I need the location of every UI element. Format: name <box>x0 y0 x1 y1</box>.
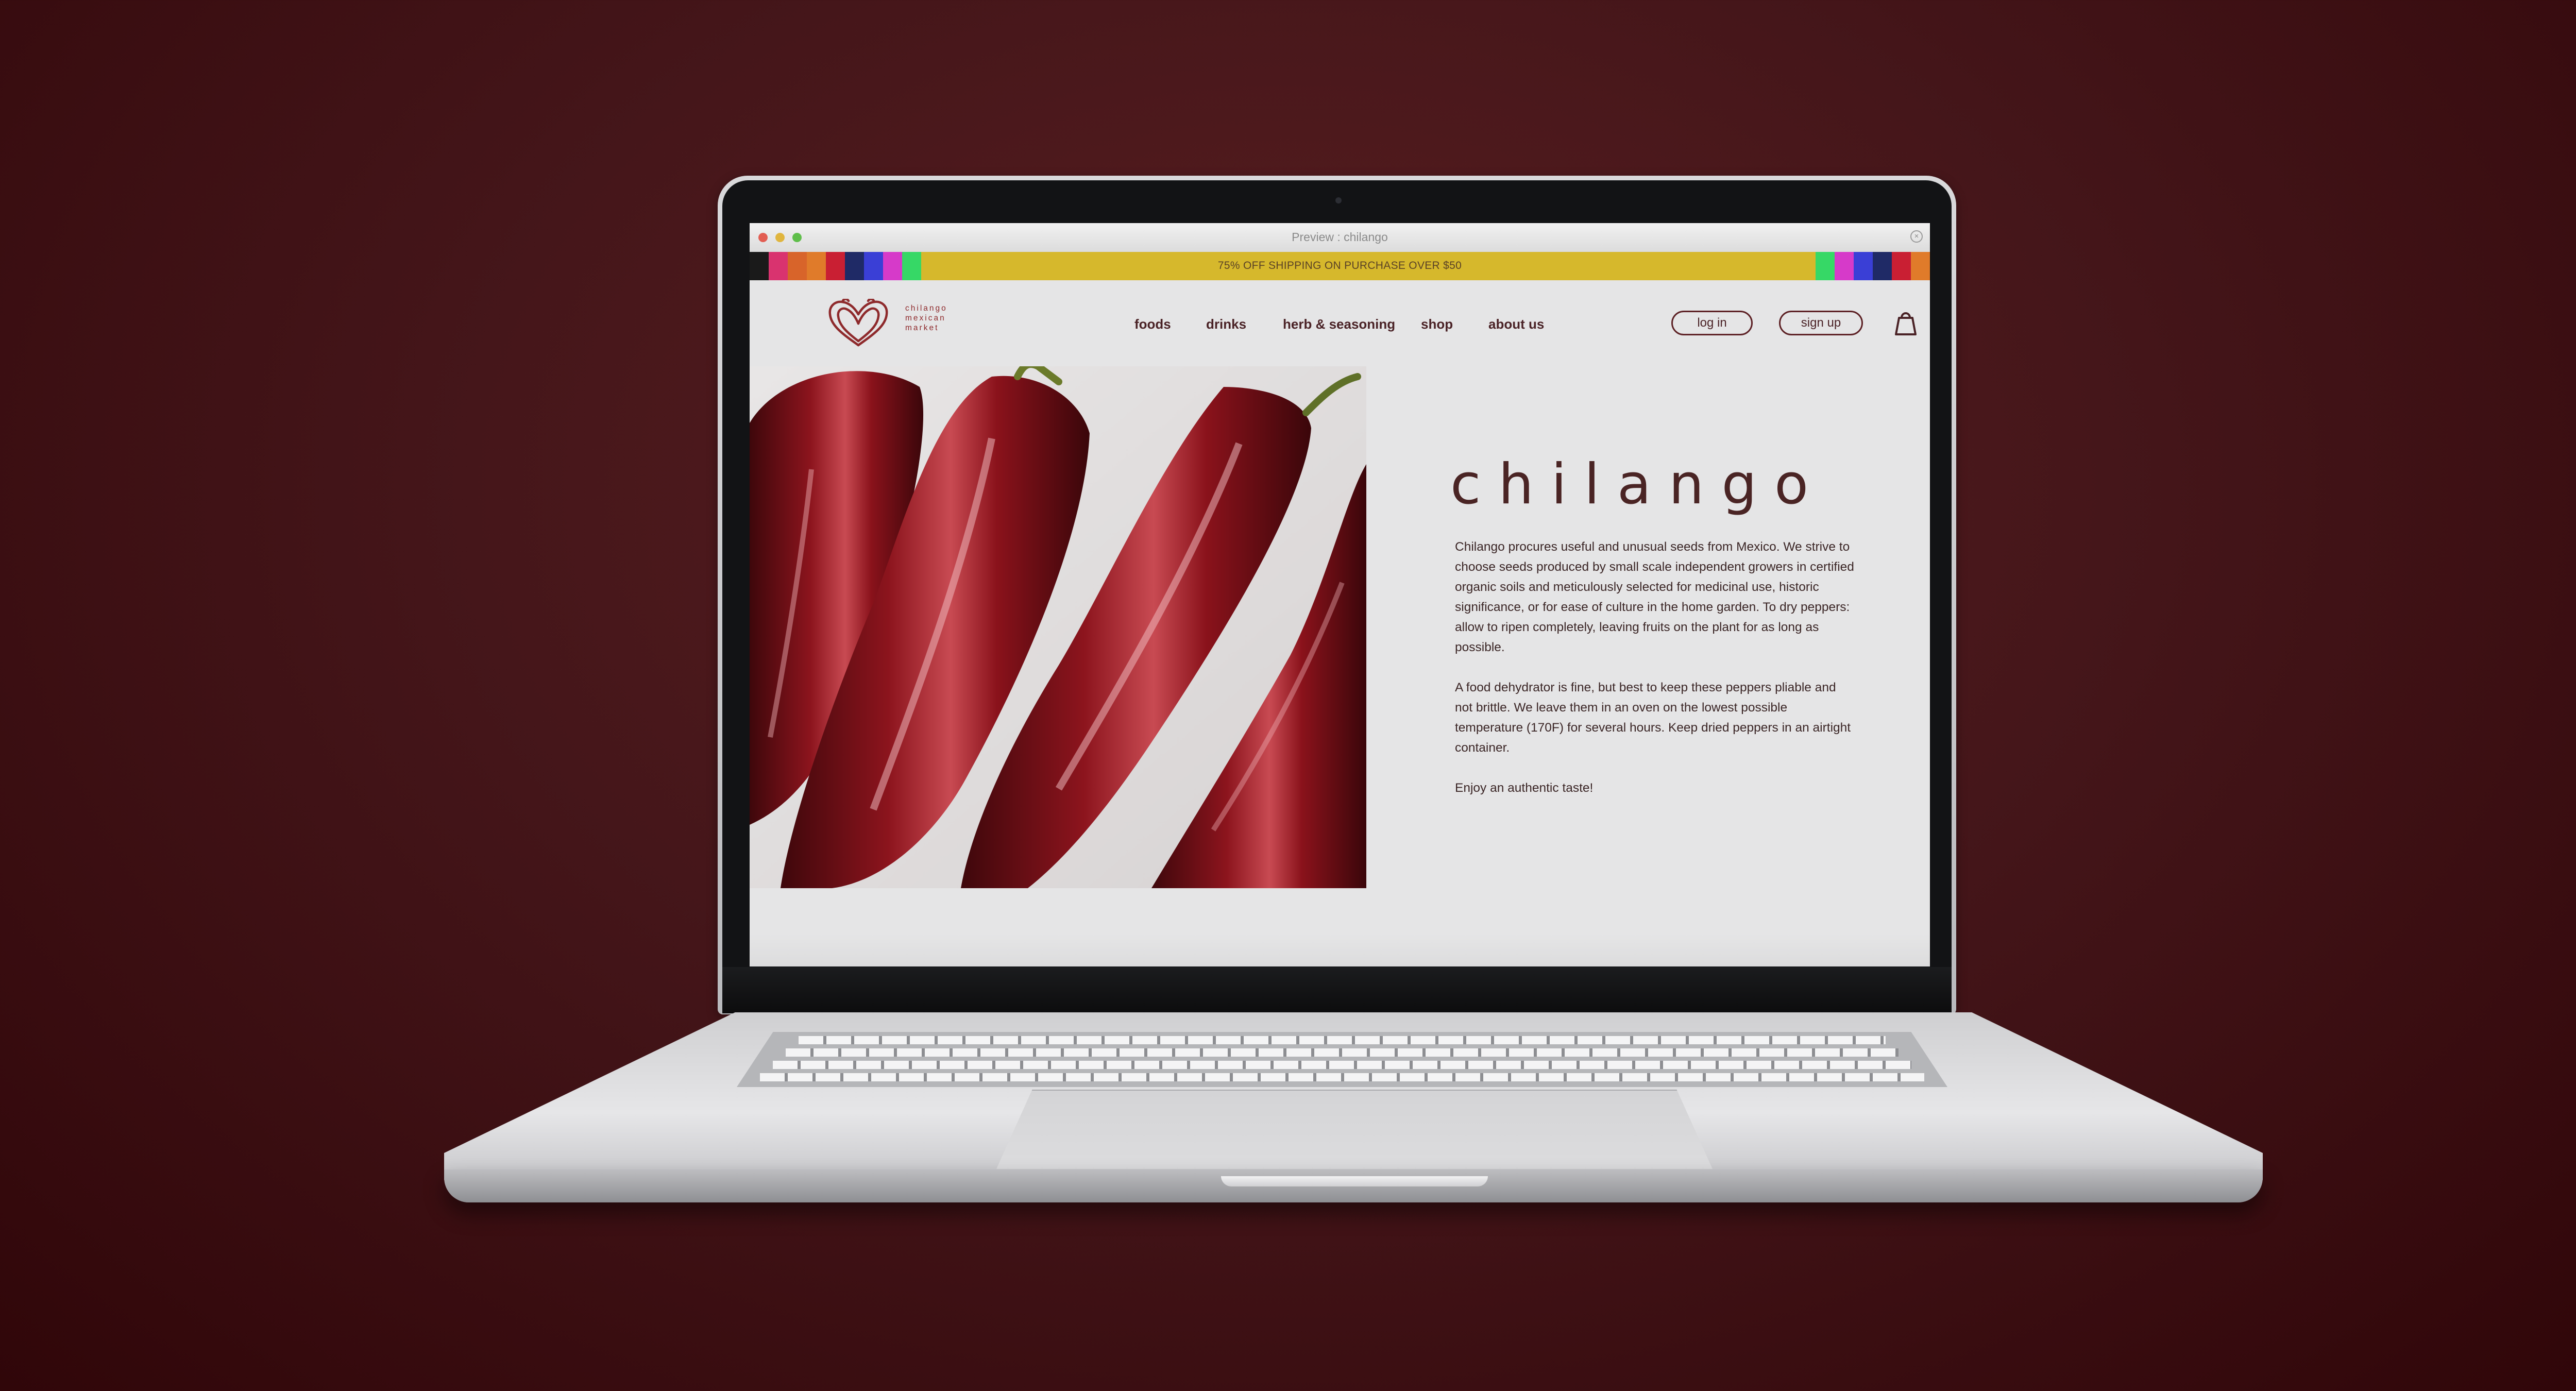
heart-pepper-logo-icon[interactable] <box>827 298 890 351</box>
nav-foods[interactable]: foods <box>1134 316 1171 332</box>
dried-chili-peppers-image <box>750 366 1366 888</box>
page-bottom-area <box>750 934 1930 966</box>
hero-paragraph-1: Chilango procures useful and unusual see… <box>1455 540 1854 654</box>
lid-opening-notch <box>1221 1176 1488 1186</box>
hero-title: chilango <box>1450 452 1826 517</box>
window-title: Preview : chilango <box>1292 230 1388 244</box>
nav-shop[interactable]: shop <box>1421 316 1453 332</box>
keyboard <box>737 1032 1947 1087</box>
close-icon[interactable]: × <box>1910 230 1923 243</box>
logo-line-1: chilango <box>905 304 947 313</box>
logo-text: chilango mexican market <box>905 303 947 333</box>
hero-paragraph-2: A food dehydrator is fine, but best to k… <box>1455 681 1851 755</box>
hero-paragraph-3: Enjoy an authentic taste! <box>1455 781 1594 795</box>
webcam-icon <box>1335 197 1342 203</box>
nav-drinks[interactable]: drinks <box>1206 316 1246 332</box>
nav-herb-seasoning[interactable]: herb & seasoning <box>1283 316 1395 332</box>
trackpad <box>996 1090 1713 1169</box>
window-titlebar: Preview : chilango × <box>750 223 1930 252</box>
shopping-bag-icon[interactable] <box>1894 309 1917 339</box>
logo-line-2: mexican <box>905 314 946 323</box>
login-button[interactable]: log in <box>1671 311 1753 335</box>
nav-about-us[interactable]: about us <box>1488 316 1544 332</box>
laptop-hinge <box>722 967 1952 1013</box>
signup-button[interactable]: sign up <box>1779 311 1863 335</box>
browser-window: Preview : chilango × 75% OFF SHIPPING ON… <box>750 223 1930 966</box>
promo-text: 75% OFF SHIPPING ON PURCHASE OVER $50 <box>1217 260 1462 272</box>
logo-line-3: market <box>905 324 939 332</box>
promo-banner: 75% OFF SHIPPING ON PURCHASE OVER $50 <box>750 252 1930 280</box>
